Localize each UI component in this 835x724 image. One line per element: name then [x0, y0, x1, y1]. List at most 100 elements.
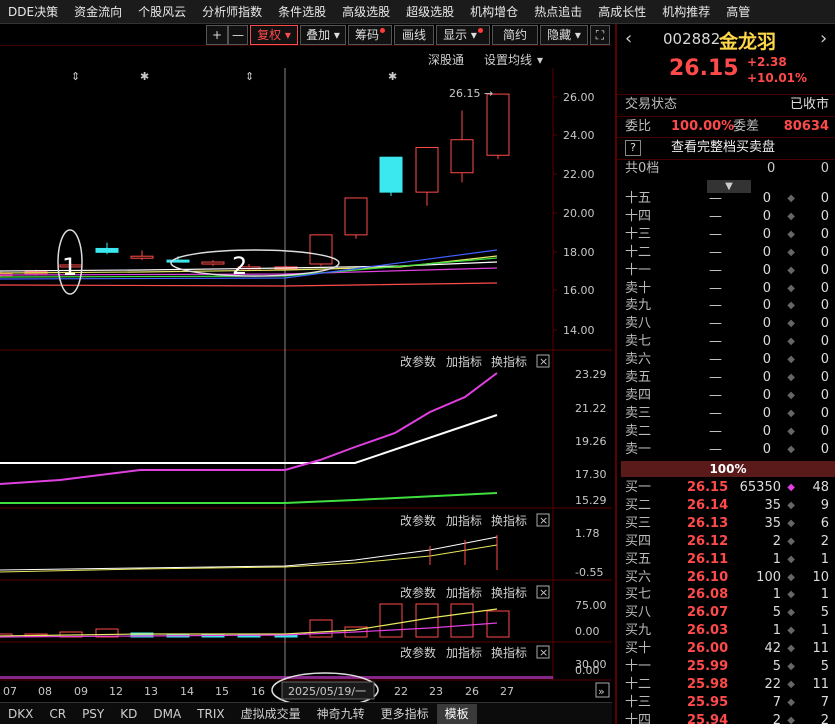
swap-indicator-button[interactable]: 换指标	[491, 354, 527, 369]
change-params-button[interactable]: 改参数	[400, 513, 436, 528]
candle-body	[130, 255, 154, 259]
sell-level-row[interactable]: 十四 — 0 0 ◆	[617, 208, 835, 226]
sell-level-row[interactable]: 卖九 — 0 0 ◆	[617, 297, 835, 315]
full-book-row[interactable]: ? 查看完整档买卖盘	[617, 139, 835, 157]
menu-item[interactable]: 机构推荐	[654, 0, 718, 23]
level-n: 0	[820, 334, 829, 350]
zoom-out-button[interactable]: —	[228, 25, 248, 45]
indicator-tab[interactable]: 神奇九转	[309, 704, 373, 724]
buy-level-row[interactable]: 买九 26.03 1 1 ◆	[617, 622, 835, 640]
menu-item[interactable]: 高级选股	[334, 0, 398, 23]
set-ma-button[interactable]: 设置均线	[484, 53, 532, 67]
add-indicator-button[interactable]: 加指标	[446, 645, 482, 660]
sell-level-row[interactable]: 十一 — 0 0 ◆	[617, 262, 835, 280]
buy-level-row[interactable]: 十三 25.95 7 7 ◆	[617, 694, 835, 712]
sell-level-row[interactable]: 卖五 — 0 0 ◆	[617, 369, 835, 387]
buy-level-row[interactable]: 十四 25.94 2 2 ◆	[617, 712, 835, 724]
level-marker-icon: ◆	[787, 246, 795, 258]
buy-level-row[interactable]: 十二 25.98 22 11 ◆	[617, 676, 835, 694]
level-marker-icon: ◆	[787, 336, 795, 348]
change-params-button[interactable]: 改参数	[400, 585, 436, 600]
chevron-right-icon[interactable]: ›	[820, 28, 827, 49]
indicator-tab[interactable]: PSY	[74, 704, 112, 724]
menu-item[interactable]: 分析师指数	[194, 0, 270, 23]
chevron-left-icon[interactable]: ‹	[625, 28, 632, 49]
menu-item[interactable]: 个股风云	[130, 0, 194, 23]
draw-line-button[interactable]: 画线	[394, 25, 434, 45]
sell-level-row[interactable]: 十二 — 0 0 ◆	[617, 244, 835, 262]
menu-item[interactable]: 超级选股	[398, 0, 462, 23]
buy-level-row[interactable]: 买三 26.13 35 6 ◆	[617, 515, 835, 533]
swap-indicator-button[interactable]: 换指标	[491, 585, 527, 600]
menu-item[interactable]: 高成长性	[590, 0, 654, 23]
sell-level-row[interactable]: 卖一 — 0 0 ◆	[617, 441, 835, 459]
add-indicator-button[interactable]: 加指标	[446, 513, 482, 528]
swap-indicator-button[interactable]: 换指标	[491, 645, 527, 660]
buy-level-row[interactable]: 买四 26.12 2 2 ◆	[617, 533, 835, 551]
level-marker-icon: ◆	[787, 607, 795, 619]
menu-item[interactable]: DDE决策	[0, 0, 66, 23]
buy-level-row[interactable]: 买二 26.14 35 9 ◆	[617, 497, 835, 515]
zoom-in-button[interactable]: +	[206, 25, 228, 45]
level-vol: 42	[764, 641, 781, 657]
simple-button[interactable]: 简约	[492, 25, 538, 45]
menu-item[interactable]: 高管	[718, 0, 758, 23]
buy-level-row[interactable]: 买八 26.07 5 5 ◆	[617, 604, 835, 622]
level-price: 26.08	[687, 587, 729, 603]
indicator-tab[interactable]: CR	[41, 704, 74, 724]
chip-button[interactable]: 筹码	[348, 25, 392, 45]
hide-button[interactable]: 隐藏 ▾	[540, 25, 588, 45]
level-label: 卖五	[625, 370, 652, 385]
sell-level-row[interactable]: 卖七 — 0 0 ◆	[617, 333, 835, 351]
date-tick: 15	[215, 685, 229, 698]
buy-level-row[interactable]: 买十 26.00 42 11 ◆	[617, 640, 835, 658]
kline-chart[interactable]: 深股通 设置均线 ▾ 26.0024.0022.0020.0018.0016.0…	[0, 46, 612, 706]
sell-level-row[interactable]: 卖二 — 0 0 ◆	[617, 423, 835, 441]
indicator-tab[interactable]: 虚拟成交量	[233, 704, 309, 724]
change-params-button[interactable]: 改参数	[400, 645, 436, 660]
buy-level-row[interactable]: 买一 26.15 65350 48 ◆	[617, 479, 835, 497]
sell-level-row[interactable]: 十三 — 0 0 ◆	[617, 226, 835, 244]
fullscreen-icon[interactable]: ⛶	[590, 25, 610, 45]
indicator-tab[interactable]: 更多指标	[373, 704, 437, 724]
level-n: 48	[812, 480, 829, 495]
help-icon[interactable]: ?	[625, 140, 641, 156]
date-tick: 27	[500, 685, 514, 698]
level-vol: 0	[762, 280, 771, 296]
sell-level-row[interactable]: 十五 — 0 0 ◆	[617, 190, 835, 208]
display-button[interactable]: 显示 ▾	[436, 25, 490, 45]
indicator-tab[interactable]: 模板	[436, 703, 477, 724]
indicator-tab[interactable]: TRIX	[189, 704, 232, 724]
indicator-tab[interactable]: KD	[112, 704, 145, 724]
buy-level-row[interactable]: 十一 25.99 5 5 ◆	[617, 658, 835, 676]
buy-level-row[interactable]: 买五 26.11 1 1 ◆	[617, 551, 835, 569]
indicator-tab[interactable]: DKX	[0, 704, 41, 724]
level-label: 十四	[625, 208, 652, 224]
menu-item[interactable]: 条件选股	[270, 0, 334, 23]
level-price: 26.12	[687, 533, 729, 549]
indicator-tab[interactable]: DMA	[145, 704, 189, 724]
sell-level-row[interactable]: 卖八 — 0 0 ◆	[617, 315, 835, 333]
overlay-button[interactable]: 叠加 ▾	[300, 25, 346, 45]
ratio-value: 100.00%	[671, 119, 735, 134]
sell-level-row[interactable]: 卖六 — 0 0 ◆	[617, 351, 835, 369]
fuquan-button[interactable]: 复权 ▾	[250, 25, 298, 45]
sell-level-row[interactable]: 卖十 — 0 0 ◆	[617, 280, 835, 298]
level-marker-icon: ◆	[787, 553, 795, 565]
sell-level-row[interactable]: 卖三 — 0 0 ◆	[617, 405, 835, 423]
level-marker-icon: ◆	[787, 425, 795, 437]
menu-item[interactable]: 热点追击	[526, 0, 590, 23]
level-vol: 65350	[739, 480, 781, 495]
change-params-button[interactable]: 改参数	[400, 354, 436, 369]
full-book-label[interactable]: 查看完整档买卖盘	[671, 139, 775, 157]
swap-indicator-button[interactable]: 换指标	[491, 513, 527, 528]
level-price: 25.99	[687, 659, 729, 674]
add-indicator-button[interactable]: 加指标	[446, 354, 482, 369]
add-indicator-button[interactable]: 加指标	[446, 585, 482, 600]
buy-level-row[interactable]: 买六 26.10 100 10 ◆	[617, 569, 835, 587]
menu-item[interactable]: 资金流向	[66, 0, 130, 23]
menu-item[interactable]: 机构增仓	[462, 0, 526, 23]
buy-level-row[interactable]: 买七 26.08 1 1 ◆	[617, 586, 835, 604]
level-vol: 0	[762, 226, 771, 242]
sell-level-row[interactable]: 卖四 — 0 0 ◆	[617, 387, 835, 405]
